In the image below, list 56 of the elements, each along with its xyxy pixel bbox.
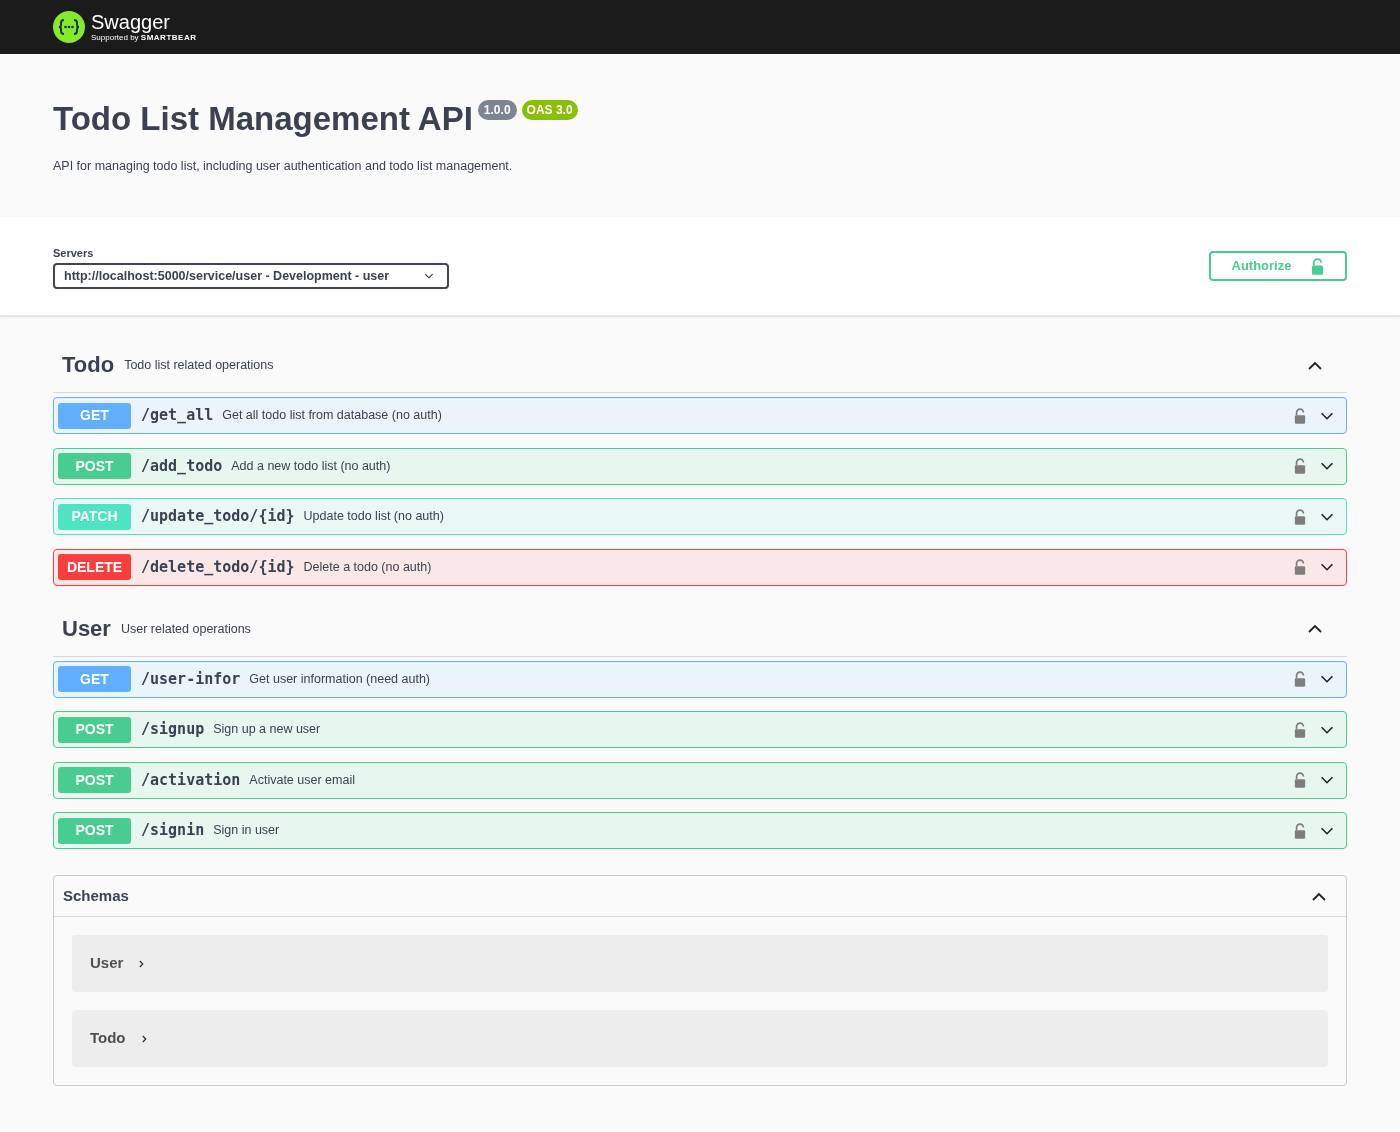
method-badge: GET xyxy=(58,666,131,692)
endpoint-summary: Activate user email xyxy=(249,771,355,789)
endpoint-summary: Sign up a new user xyxy=(213,721,321,739)
method-badge: POST xyxy=(58,767,131,793)
endpoint-path: /user-infor xyxy=(141,668,241,690)
padlock-icon[interactable] xyxy=(1294,822,1306,839)
schema-item[interactable]: User xyxy=(72,935,1328,992)
logo-tagline: Supported by SMARTBEAR xyxy=(91,34,197,42)
method-badge: GET xyxy=(58,402,131,429)
padlock-icon[interactable] xyxy=(1294,458,1306,474)
api-description: API for managing todo list, including user authentication and todo list management. xyxy=(53,158,514,175)
operation-row[interactable]: PATCH /update_todo/{id} Update todo list (no auth) xyxy=(53,498,1347,535)
method-badge: POST xyxy=(58,817,131,844)
padlock-icon[interactable] xyxy=(1294,772,1306,788)
api-title: Todo List Management API xyxy=(53,99,473,139)
method-badge: POST xyxy=(58,453,131,479)
padlock-icon[interactable] xyxy=(1294,407,1306,424)
servers-label: Servers xyxy=(53,245,95,261)
tag-name[interactable]: Todo xyxy=(62,348,115,381)
server-select[interactable]: http://localhost:5000/service/user - Development - user xyxy=(53,263,449,290)
operation-row[interactable]: DELETE /delete_todo/{id} Delete a todo (no auth) xyxy=(53,548,1347,586)
operation-row[interactable]: POST /signup Sign up a new user xyxy=(53,711,1347,748)
endpoint-path: /delete_todo/{id} xyxy=(141,556,295,578)
version-badge: 1.0.0 xyxy=(477,100,517,120)
endpoint-summary: Sign in user xyxy=(213,822,280,840)
oas-badge: OAS 3.0 xyxy=(521,100,578,120)
padlock-icon[interactable] xyxy=(1294,671,1306,687)
endpoint-summary: Get all todo list from database (no auth) xyxy=(222,407,442,425)
endpoint-path: /add_todo xyxy=(141,455,223,477)
tag-name[interactable]: User xyxy=(62,611,111,645)
logo-icon xyxy=(53,11,85,43)
schemas-title[interactable]: Schemas xyxy=(63,884,129,908)
schema-item[interactable]: Todo xyxy=(72,1010,1328,1067)
endpoint-path: /update_todo/{id} xyxy=(141,506,295,528)
padlock-icon[interactable] xyxy=(1294,559,1306,575)
endpoint-path: /activation xyxy=(141,769,241,791)
endpoint-path: /signin xyxy=(141,820,205,842)
operation-row[interactable]: POST /activation Activate user email xyxy=(53,761,1347,799)
endpoint-summary: Update todo list (no auth) xyxy=(303,508,444,526)
operation-row[interactable]: GET /user-infor Get user information (need auth) xyxy=(53,660,1347,698)
operation-row[interactable]: GET /get_all Get all todo list from database (no auth) xyxy=(53,397,1347,434)
tag-description: Todo list related operations xyxy=(124,357,274,375)
operation-row[interactable]: POST /signin Sign in user xyxy=(53,812,1347,849)
endpoint-path: /signup xyxy=(141,719,205,741)
endpoint-path: /get_all xyxy=(141,405,214,427)
endpoint-summary: Delete a todo (no auth) xyxy=(303,558,432,576)
endpoint-summary: Add a new todo list (no auth) xyxy=(231,457,391,475)
padlock-icon[interactable] xyxy=(1294,508,1306,525)
operation-row[interactable]: POST /add_todo Add a new todo list (no auth) xyxy=(53,447,1347,485)
padlock-icon[interactable] xyxy=(1294,721,1306,738)
method-badge: DELETE xyxy=(58,554,131,580)
method-badge: POST xyxy=(58,716,131,743)
method-badge: PATCH xyxy=(58,503,131,530)
logo-name: Swagger xyxy=(91,12,171,32)
tag-description: User related operations xyxy=(120,620,251,638)
endpoint-summary: Get user information (need auth) xyxy=(249,670,430,688)
